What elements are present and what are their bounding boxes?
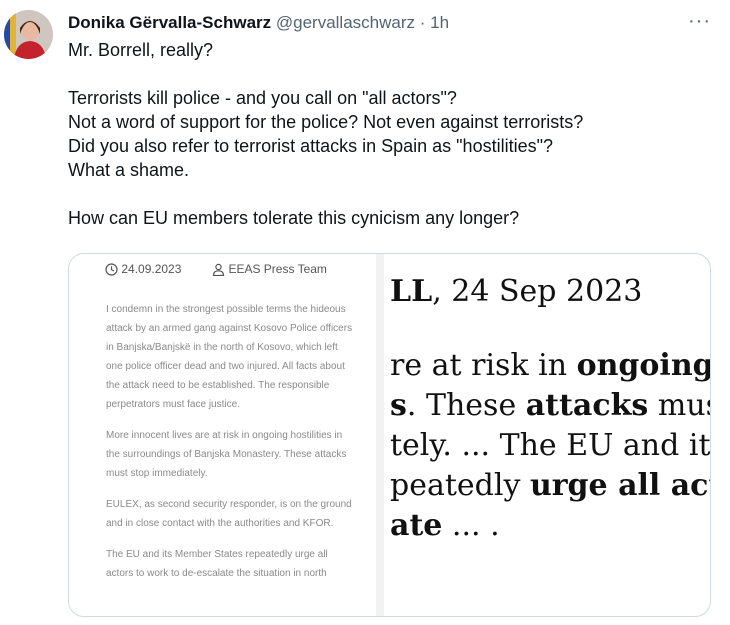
article-screenshot: 24.09.2023 EEAS Press Team I condemn in …	[69, 254, 377, 616]
person-icon	[212, 263, 225, 276]
zoom-line-6: ate ... .	[390, 508, 500, 543]
article-body: I condemn in the strongest possible term…	[106, 300, 356, 595]
author-name[interactable]: Donika Gërvalla-Schwarz	[68, 13, 271, 32]
zoomed-quote: LL, 24 Sep 2023 re at risk in ongoing s.…	[384, 254, 710, 616]
zoom-line-3: s. These attacks must st	[390, 388, 710, 423]
zoom-line-2: re at risk in ongoing	[390, 348, 710, 383]
zoom-line-4: tely. ... The EU and its M	[390, 428, 710, 463]
article-paragraph: The EU and its Member States repeatedly …	[106, 549, 328, 579]
tweet-header: Donika Gërvalla-Schwarz @gervallaschwarz…	[68, 13, 449, 33]
media-card[interactable]: 24.09.2023 EEAS Press Team I condemn in …	[68, 253, 711, 617]
article-date: 24.09.2023	[121, 262, 182, 276]
author-handle[interactable]: @gervallaschwarz	[276, 13, 415, 32]
clock-icon	[105, 262, 118, 276]
tweet-text: Mr. Borrell, really? Terrorists kill pol…	[68, 40, 584, 228]
article-paragraph: EULEX, as second security responder, is …	[106, 499, 352, 529]
avatar[interactable]	[4, 10, 53, 59]
avatar-photo	[4, 10, 53, 59]
article-paragraph: More innocent lives are at risk in ongoi…	[106, 430, 347, 479]
article-meta: 24.09.2023 EEAS Press Team	[105, 262, 327, 279]
zoom-line-5: peatedly urge all actors	[390, 468, 710, 503]
article-author: EEAS Press Team	[228, 262, 327, 276]
panel-divider	[376, 254, 384, 616]
separator-dot: ·	[419, 13, 426, 32]
tweet-time[interactable]: 1h	[430, 13, 449, 32]
more-dots-icon[interactable]: ···	[688, 10, 711, 33]
article-paragraph: I condemn in the strongest possible term…	[106, 304, 353, 410]
zoom-line-1: LL, 24 Sep 2023	[390, 274, 643, 309]
